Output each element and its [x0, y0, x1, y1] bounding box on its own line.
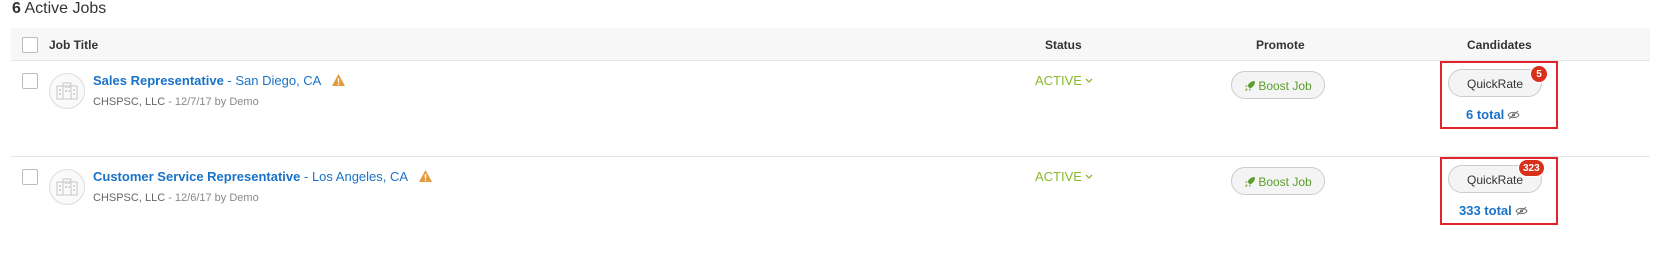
- table-header: Job Title Status Promote Candidates: [11, 28, 1650, 61]
- candidates-total-link[interactable]: 6 total: [1466, 107, 1520, 122]
- quickrate-label: QuickRate: [1466, 77, 1524, 91]
- posted-info: - 12/6/17 by Demo: [168, 192, 259, 204]
- building-icon: [56, 178, 78, 196]
- job-heading: Customer Service Representative - Los An…: [93, 169, 433, 184]
- active-jobs-label: Active Jobs: [24, 0, 107, 17]
- status-dropdown[interactable]: ACTIVE: [1035, 73, 1093, 88]
- rocket-icon: [1245, 80, 1256, 91]
- quickrate-button[interactable]: QuickRate: [1448, 69, 1542, 97]
- boost-job-label: Boost Job: [1258, 175, 1312, 189]
- company-avatar: [49, 169, 85, 205]
- chevron-down-icon: [1085, 78, 1093, 83]
- job-meta: CHSPSC, LLC - 12/6/17 by Demo: [93, 192, 259, 204]
- row-checkbox[interactable]: [22, 73, 38, 89]
- quickrate-label: QuickRate: [1466, 173, 1524, 187]
- company-name: CHSPSC, LLC: [93, 96, 166, 108]
- rocket-icon: [1245, 176, 1256, 187]
- company-avatar: [49, 73, 85, 109]
- column-promote: Promote: [1256, 38, 1305, 52]
- warning-icon[interactable]: [418, 169, 433, 183]
- boost-job-label: Boost Job: [1258, 79, 1312, 93]
- select-all-checkbox[interactable]: [22, 37, 38, 53]
- candidates-total-link[interactable]: 333 total: [1459, 203, 1528, 218]
- table-row: Sales Representative - San Diego, CA CHS…: [11, 61, 1650, 157]
- active-jobs-heading: 6 Active Jobs: [12, 0, 106, 18]
- status-label: ACTIVE: [1035, 169, 1082, 184]
- column-job-title[interactable]: Job Title: [49, 38, 98, 52]
- status-dropdown[interactable]: ACTIVE: [1035, 169, 1093, 184]
- posted-info: - 12/7/17 by Demo: [168, 96, 259, 108]
- job-meta: CHSPSC, LLC - 12/7/17 by Demo: [93, 96, 259, 108]
- boost-job-button[interactable]: Boost Job: [1231, 167, 1325, 195]
- candidates-total: 333 total: [1459, 203, 1512, 218]
- new-candidates-badge: 5: [1530, 65, 1548, 83]
- chevron-down-icon: [1085, 174, 1093, 179]
- eye-slash-icon: [1515, 206, 1528, 215]
- boost-job-button[interactable]: Boost Job: [1231, 71, 1325, 99]
- job-title-link[interactable]: Customer Service Representative: [93, 169, 300, 184]
- column-candidates[interactable]: Candidates: [1467, 38, 1532, 52]
- warning-icon[interactable]: [331, 73, 346, 87]
- company-name: CHSPSC, LLC: [93, 192, 166, 204]
- job-heading: Sales Representative - San Diego, CA: [93, 73, 346, 88]
- table-row: Customer Service Representative - Los An…: [11, 157, 1650, 252]
- active-jobs-count: 6: [12, 0, 21, 17]
- status-label: ACTIVE: [1035, 73, 1082, 88]
- row-checkbox[interactable]: [22, 169, 38, 185]
- job-title-link[interactable]: Sales Representative: [93, 73, 224, 88]
- building-icon: [56, 82, 78, 100]
- new-candidates-badge: 323: [1518, 159, 1545, 177]
- job-location: - San Diego, CA: [227, 73, 321, 88]
- candidates-total: 6 total: [1466, 107, 1505, 122]
- eye-slash-icon: [1507, 110, 1520, 119]
- job-location: - Los Angeles, CA: [304, 169, 408, 184]
- column-status[interactable]: Status: [1045, 38, 1082, 52]
- jobs-table: Job Title Status Promote Candidates Sale…: [11, 28, 1650, 252]
